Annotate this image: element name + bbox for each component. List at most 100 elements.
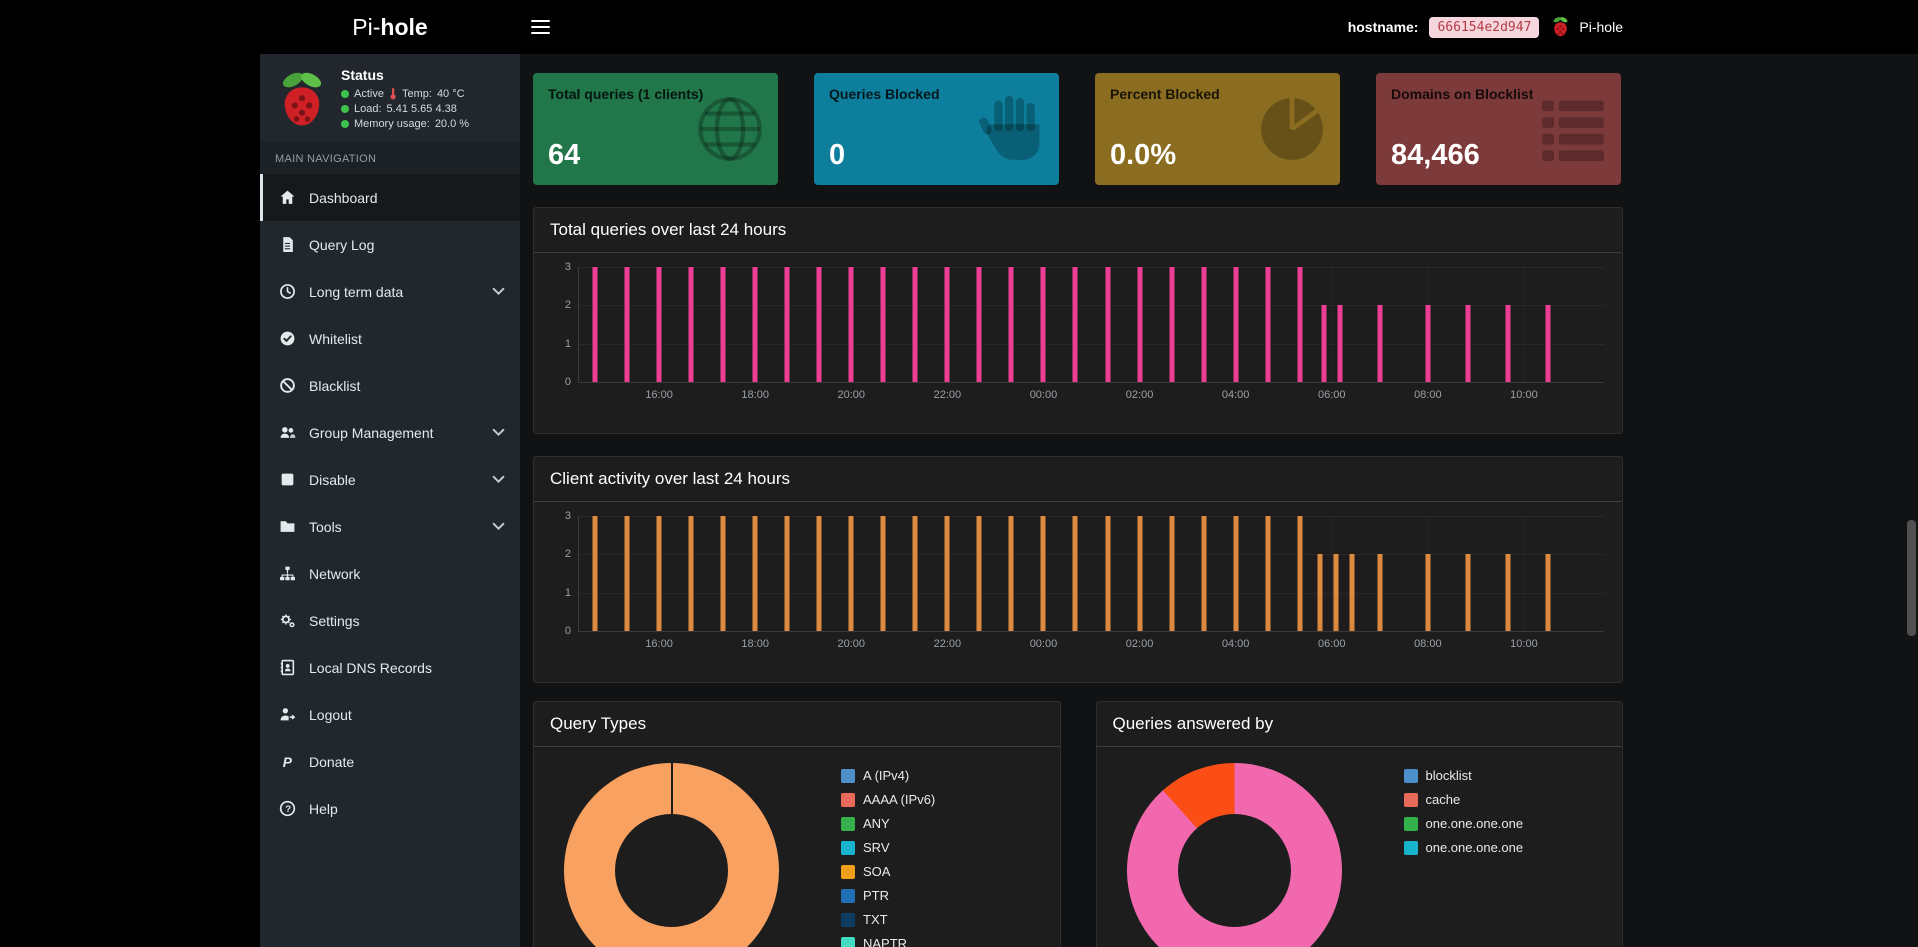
- bar[interactable]: [1009, 516, 1014, 631]
- legend-item[interactable]: cache: [1404, 792, 1524, 807]
- bar[interactable]: [913, 516, 918, 631]
- sidebar-item-settings[interactable]: Settings: [260, 597, 520, 644]
- client-activity-chart[interactable]: 012316:0018:0020:0022:0000:0002:0004:000…: [578, 516, 1604, 662]
- sidebar-item-whitelist[interactable]: Whitelist: [260, 315, 520, 362]
- bar[interactable]: [1465, 305, 1470, 382]
- bar[interactable]: [657, 516, 662, 631]
- legend-item[interactable]: ANY: [841, 816, 935, 831]
- sidebar-item-logout[interactable]: Logout: [260, 691, 520, 738]
- bar[interactable]: [1425, 305, 1430, 382]
- legend-item[interactable]: A (IPv4): [841, 768, 935, 783]
- bar[interactable]: [849, 516, 854, 631]
- bar[interactable]: [817, 267, 822, 382]
- sidebar-item-query-log[interactable]: Query Log: [260, 221, 520, 268]
- bar[interactable]: [1297, 516, 1302, 631]
- sidebar-item-dashboard[interactable]: Dashboard: [260, 174, 520, 221]
- bar[interactable]: [1041, 516, 1046, 631]
- bar[interactable]: [1201, 516, 1206, 631]
- sidebar-item-help[interactable]: ? Help: [260, 785, 520, 832]
- bar-chart-plot[interactable]: 012316:0018:0020:0022:0000:0002:0004:000…: [578, 516, 1604, 632]
- bar[interactable]: [753, 267, 758, 382]
- sidebar-item-donate[interactable]: P Donate: [260, 738, 520, 785]
- bar[interactable]: [945, 267, 950, 382]
- bar[interactable]: [1105, 516, 1110, 631]
- bar[interactable]: [1265, 267, 1270, 382]
- legend-item[interactable]: blocklist: [1404, 768, 1524, 783]
- brand-logo[interactable]: Pi-hole: [260, 0, 520, 54]
- pihole-home-link[interactable]: Pi-hole: [1550, 15, 1623, 39]
- sidebar-item-group-management[interactable]: Group Management: [260, 409, 520, 456]
- sidebar: Status Active Temp: 40 °C Load: 5.41 5.6…: [260, 54, 520, 947]
- legend-item[interactable]: one.one.one.one: [1404, 840, 1524, 855]
- bar[interactable]: [1425, 554, 1430, 631]
- bar[interactable]: [1545, 554, 1550, 631]
- bar[interactable]: [1337, 305, 1342, 382]
- bar[interactable]: [945, 516, 950, 631]
- legend-item[interactable]: TXT: [841, 912, 935, 927]
- bar[interactable]: [1349, 554, 1354, 631]
- bar[interactable]: [593, 267, 598, 382]
- bar[interactable]: [1505, 305, 1510, 382]
- bar[interactable]: [1009, 267, 1014, 382]
- bar[interactable]: [913, 267, 918, 382]
- query-types-donut[interactable]: [564, 763, 779, 947]
- bar[interactable]: [689, 267, 694, 382]
- legend-item[interactable]: PTR: [841, 888, 935, 903]
- legend-item[interactable]: NAPTR: [841, 936, 935, 947]
- sidebar-item-tools[interactable]: Tools: [260, 503, 520, 550]
- bar[interactable]: [1041, 267, 1046, 382]
- legend-item[interactable]: AAAA (IPv6): [841, 792, 935, 807]
- bar[interactable]: [1377, 554, 1382, 631]
- bar[interactable]: [1545, 305, 1550, 382]
- bar[interactable]: [721, 267, 726, 382]
- bar[interactable]: [1169, 516, 1174, 631]
- bar[interactable]: [1105, 267, 1110, 382]
- bar[interactable]: [1321, 305, 1326, 382]
- bar[interactable]: [1317, 554, 1322, 631]
- bar[interactable]: [1233, 267, 1238, 382]
- bar[interactable]: [785, 516, 790, 631]
- legend-item[interactable]: SRV: [841, 840, 935, 855]
- bar[interactable]: [881, 516, 886, 631]
- sidebar-item-blacklist[interactable]: Blacklist: [260, 362, 520, 409]
- queries-over-time-chart[interactable]: 012316:0018:0020:0022:0000:0002:0004:000…: [578, 267, 1604, 413]
- bar[interactable]: [1137, 267, 1142, 382]
- menu-toggle-button[interactable]: [531, 0, 575, 54]
- bar[interactable]: [657, 267, 662, 382]
- bar[interactable]: [849, 267, 854, 382]
- bar[interactable]: [625, 267, 630, 382]
- sidebar-item-local-dns-records[interactable]: Local DNS Records: [260, 644, 520, 691]
- bar[interactable]: [1377, 305, 1382, 382]
- bar[interactable]: [625, 516, 630, 631]
- bar[interactable]: [1333, 554, 1338, 631]
- bar[interactable]: [593, 516, 598, 631]
- bar[interactable]: [721, 516, 726, 631]
- bar[interactable]: [785, 267, 790, 382]
- bar[interactable]: [817, 516, 822, 631]
- bar-chart-plot[interactable]: 012316:0018:0020:0022:0000:0002:0004:000…: [578, 267, 1604, 383]
- bar[interactable]: [1465, 554, 1470, 631]
- bar[interactable]: [1073, 516, 1078, 631]
- bar[interactable]: [1233, 516, 1238, 631]
- bar[interactable]: [1505, 554, 1510, 631]
- bar[interactable]: [1137, 516, 1142, 631]
- legend-item[interactable]: one.one.one.one: [1404, 816, 1524, 831]
- bar[interactable]: [1297, 267, 1302, 382]
- legend-label: blocklist: [1426, 768, 1472, 783]
- legend-item[interactable]: SOA: [841, 864, 935, 879]
- bar[interactable]: [977, 516, 982, 631]
- sidebar-item-long-term-data[interactable]: Long term data: [260, 268, 520, 315]
- scrollbar-thumb[interactable]: [1907, 520, 1916, 636]
- bar[interactable]: [1265, 516, 1270, 631]
- bar[interactable]: [977, 267, 982, 382]
- sidebar-item-network[interactable]: Network: [260, 550, 520, 597]
- upstreams-donut[interactable]: [1127, 763, 1342, 947]
- bar[interactable]: [1169, 267, 1174, 382]
- bar[interactable]: [881, 267, 886, 382]
- bar[interactable]: [1073, 267, 1078, 382]
- bar[interactable]: [689, 516, 694, 631]
- bar[interactable]: [1201, 267, 1206, 382]
- sidebar-item-disable[interactable]: Disable: [260, 456, 520, 503]
- bar[interactable]: [753, 516, 758, 631]
- x-axis-label: 02:00: [1126, 389, 1154, 401]
